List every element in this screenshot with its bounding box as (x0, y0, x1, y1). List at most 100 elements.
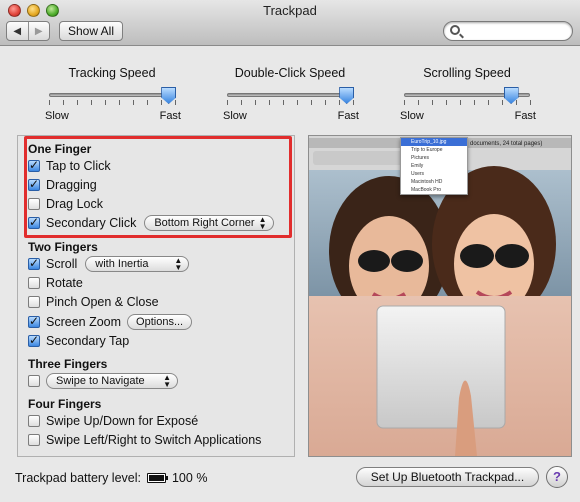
slider-tick (339, 100, 340, 105)
secondary-click-checkbox[interactable] (28, 215, 40, 229)
screen-zoom-checkbox[interactable] (28, 314, 40, 328)
slider-tick (297, 100, 298, 105)
slider-min-label: Slow (400, 110, 424, 122)
secondary-click-option[interactable]: Secondary Click Bottom Right Corner▲▼ (28, 215, 274, 231)
slider-tick (91, 100, 92, 105)
back-button[interactable]: ◀ (7, 22, 28, 40)
option-label: Secondary Click (46, 216, 137, 230)
secondary-click-popup[interactable]: Bottom Right Corner ▲ ▼ (144, 215, 274, 231)
secondary-tap-option[interactable]: Secondary Tap (28, 333, 129, 349)
window-title: Trackpad (263, 3, 317, 18)
screen-zoom-option[interactable]: Screen Zoom Options... (28, 314, 193, 330)
search-input[interactable] (443, 21, 573, 41)
slider-tick (502, 100, 503, 105)
three-finger-swipe-checkbox[interactable] (28, 375, 40, 387)
preview-path-menu: EuroTrip_10.jpg Trip to Europe Pictures … (400, 137, 468, 195)
slider-track[interactable] (227, 93, 353, 97)
three-fingers-heading: Three Fingers (28, 357, 108, 371)
slider-tick (418, 100, 419, 105)
slider-max-label: Fast (159, 110, 181, 122)
menu-item: Pictures (411, 155, 430, 161)
slider-tick (488, 100, 489, 105)
option-label: Swipe Left/Right to Switch Applications (46, 433, 262, 447)
slider-tick (63, 100, 64, 105)
search-icon (450, 25, 460, 35)
three-finger-swipe-option[interactable]: Swipe to Navigate ▲ ▼ (28, 373, 178, 389)
scrolling-speed-slider: Scrolling Speed Slow Fast (400, 66, 536, 126)
slider-ticks (227, 100, 354, 105)
tap-to-click-checkbox[interactable] (28, 158, 40, 172)
switch-apps-option[interactable]: Swipe Left/Right to Switch Applications (28, 432, 261, 448)
option-label: Rotate (46, 276, 83, 290)
slider-tick (353, 100, 354, 105)
forward-button[interactable]: ▶ (27, 22, 50, 40)
one-finger-heading: One Finger (28, 142, 92, 156)
slider-tick (161, 100, 162, 105)
slider-tick (269, 100, 270, 105)
pinch-option[interactable]: Pinch Open & Close (28, 294, 159, 310)
slider-tick (255, 100, 256, 105)
slider-tick (325, 100, 326, 105)
popup-arrows-icon: ▲ ▼ (163, 373, 171, 389)
slider-tick (77, 100, 78, 105)
expose-option[interactable]: Swipe Up/Down for Exposé (28, 413, 198, 429)
slider-tick (460, 100, 461, 105)
show-all-button[interactable]: Show All (59, 21, 123, 41)
popup-arrows-icon: ▲ ▼ (258, 215, 267, 231)
slider-tick (283, 100, 284, 105)
scroll-option[interactable]: Scroll with Inertia ▲▼ (28, 256, 190, 272)
dragging-option[interactable]: Dragging (28, 177, 97, 193)
slider-max-label: Fast (337, 110, 359, 122)
slider-title: Scrolling Speed (423, 66, 511, 80)
menu-item: EuroTrip_10.jpg (401, 138, 467, 146)
popup-value: Swipe to Navigate (56, 375, 145, 387)
option-label: Drag Lock (46, 197, 103, 211)
expose-checkbox[interactable] (28, 415, 40, 427)
menu-item: Emily (411, 163, 424, 169)
two-fingers-heading: Two Fingers (28, 240, 98, 254)
secondary-tap-checkbox[interactable] (28, 333, 40, 347)
slider-min-label: Slow (45, 110, 69, 122)
option-label: Scroll (46, 257, 78, 271)
dragging-checkbox[interactable] (28, 177, 40, 191)
drag-lock-option[interactable]: Drag Lock (28, 196, 103, 212)
slider-title: Double-Click Speed (234, 66, 346, 80)
menu-item: Users (411, 171, 425, 177)
rotate-option[interactable]: Rotate (28, 275, 83, 291)
menu-item: MacBook Pro (411, 187, 442, 193)
slider-title: Tracking Speed (68, 66, 156, 80)
popup-value: Bottom Right Corner (154, 217, 255, 229)
battery-value: 100 % (171, 471, 208, 485)
back-arrow-icon: ◀ (13, 25, 22, 37)
slider-ticks (49, 100, 176, 105)
slider-min-label: Slow (223, 110, 247, 122)
option-label: Tap to Click (46, 159, 111, 173)
tap-to-click-option[interactable]: Tap to Click (28, 158, 111, 174)
menu-item: Trip to Europe (411, 147, 443, 153)
rotate-checkbox[interactable] (28, 277, 40, 289)
switch-apps-checkbox[interactable] (28, 434, 40, 446)
scroll-inertia-popup[interactable]: with Inertia ▲ ▼ (85, 256, 190, 272)
drag-lock-checkbox[interactable] (28, 198, 40, 210)
pinch-checkbox[interactable] (28, 296, 40, 308)
nav-button-group: ◀ ▶ (6, 21, 50, 41)
popup-arrows-icon: ▲ ▼ (174, 256, 183, 272)
battery-status: Trackpad battery level: 100 % (15, 471, 207, 485)
slider-tick (516, 100, 517, 105)
menu-item: Macintosh HD (411, 179, 443, 185)
scroll-checkbox[interactable] (28, 256, 40, 270)
slider-tick (530, 100, 531, 105)
option-label: Secondary Tap (46, 334, 130, 348)
help-button[interactable]: ? (546, 466, 568, 488)
forward-arrow-icon: ▶ (34, 25, 43, 37)
slider-tick (404, 100, 405, 105)
slider-track[interactable] (49, 93, 175, 97)
three-finger-swipe-popup[interactable]: Swipe to Navigate ▲ ▼ (46, 373, 178, 389)
slider-tick (105, 100, 106, 105)
setup-bluetooth-trackpad-button[interactable]: Set Up Bluetooth Trackpad... (356, 467, 539, 487)
slider-tick (147, 100, 148, 105)
screen-zoom-options-button[interactable]: Options... (127, 314, 193, 330)
slider-tick (227, 100, 228, 105)
slider-tick (446, 100, 447, 105)
slider-tick (175, 100, 176, 105)
